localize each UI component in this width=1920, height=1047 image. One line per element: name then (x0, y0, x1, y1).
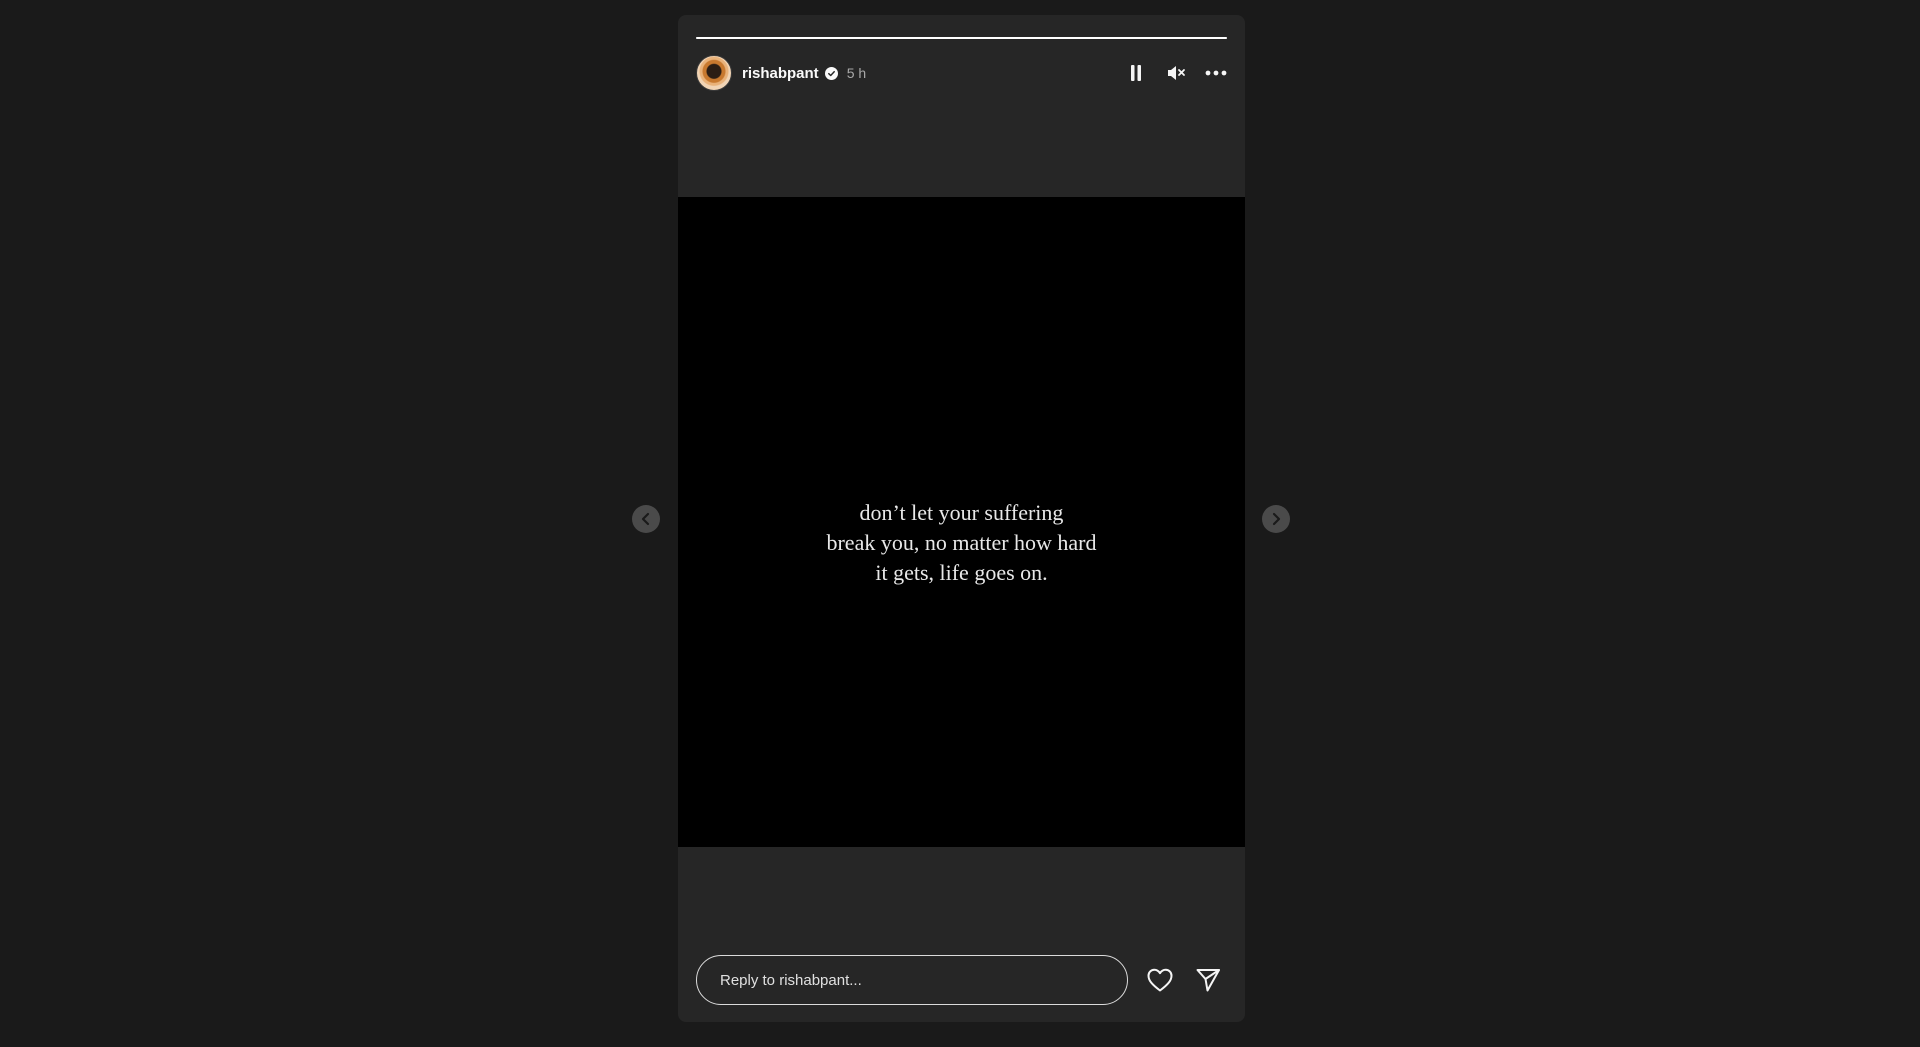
previous-story-button[interactable] (632, 505, 660, 533)
mute-button[interactable] (1165, 62, 1187, 84)
story-progress-fill (696, 37, 1227, 39)
story-progress-bar (696, 37, 1227, 39)
reply-input[interactable] (696, 955, 1128, 1005)
story-quote-text: don’t let your suffering break you, no m… (826, 498, 1096, 588)
story-viewer: rishabpant 5 h don’t let your suffering … (0, 0, 1920, 1047)
pause-button[interactable] (1125, 62, 1147, 84)
story-actions (1146, 966, 1222, 994)
next-story-button[interactable] (1262, 505, 1290, 533)
verified-badge-icon (824, 66, 838, 80)
avatar[interactable] (696, 55, 732, 91)
story-footer (696, 955, 1227, 1005)
story-controls (1125, 62, 1227, 84)
send-icon (1196, 969, 1220, 992)
story-card: rishabpant 5 h don’t let your suffering … (678, 15, 1245, 1022)
more-options-button[interactable] (1205, 62, 1227, 84)
quote-line: break you, no matter how hard (826, 530, 1097, 555)
story-timestamp: 5 h (846, 65, 867, 81)
more-options-icon (1205, 70, 1227, 76)
share-button[interactable] (1194, 966, 1222, 994)
quote-line: don’t let your suffering (859, 500, 1064, 525)
like-button[interactable] (1146, 966, 1174, 994)
quote-line: it gets, life goes on. (875, 560, 1048, 585)
pause-icon (1131, 65, 1141, 81)
heart-icon (1147, 968, 1173, 992)
chevron-left-icon (641, 512, 650, 526)
muted-speaker-icon (1168, 66, 1185, 80)
chevron-right-icon (1272, 512, 1281, 526)
story-media[interactable]: don’t let your suffering break you, no m… (678, 197, 1245, 847)
story-username[interactable]: rishabpant (742, 65, 819, 82)
story-header: rishabpant 5 h (696, 53, 1227, 93)
